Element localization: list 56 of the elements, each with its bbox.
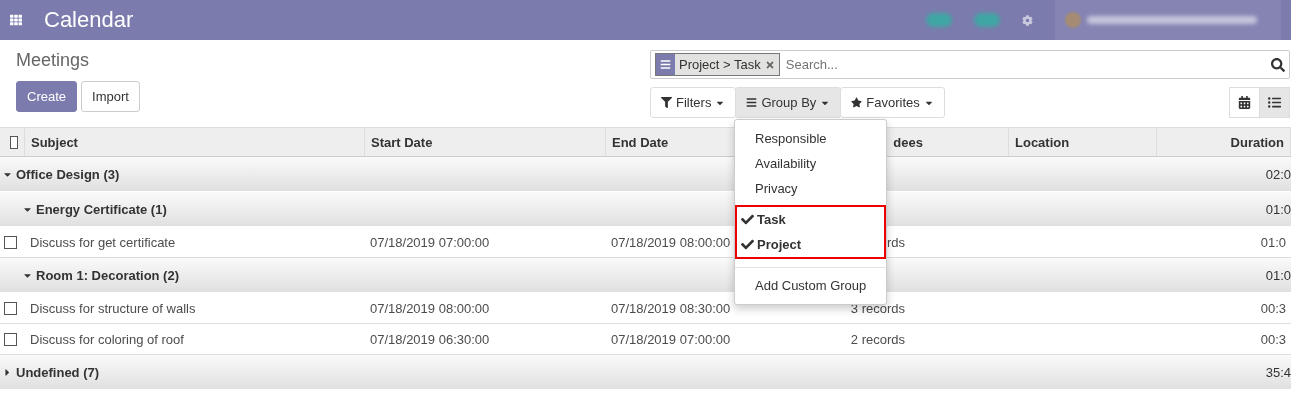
apps-menu-icon[interactable] bbox=[10, 14, 22, 26]
table-cell: 07/18/2019 07:00:00 bbox=[370, 234, 490, 250]
table-cell: Discuss for get certificate bbox=[30, 234, 176, 250]
column-header[interactable]: Location bbox=[1015, 134, 1070, 150]
column-header[interactable]: Start Date bbox=[371, 134, 433, 150]
menu-item[interactable]: Responsible bbox=[735, 126, 886, 151]
table-cell: 07/18/2019 06:30:00 bbox=[370, 331, 490, 347]
table-cell: 00:3 bbox=[1260, 300, 1286, 316]
list-icon bbox=[1268, 96, 1281, 109]
table-cell: 07/18/2019 08:30:00 bbox=[611, 300, 731, 316]
table-cell-text: rds bbox=[885, 234, 905, 250]
check-icon bbox=[741, 238, 754, 251]
menu-icon bbox=[746, 97, 758, 108]
create-button[interactable]: Create bbox=[16, 81, 78, 112]
table-cell-text: 2 records bbox=[849, 331, 905, 347]
column-header[interactable]: End Date bbox=[612, 134, 669, 150]
column-header[interactable]: Duration bbox=[1230, 134, 1284, 150]
calendar-view-button[interactable] bbox=[1229, 87, 1260, 118]
row-checkbox[interactable] bbox=[4, 301, 17, 315]
search-facet[interactable]: Project > Task bbox=[655, 53, 780, 76]
filter-dropdown[interactable]: Favorites bbox=[840, 87, 945, 118]
group-duration: 01:0 bbox=[1265, 201, 1291, 217]
group-label: Energy Certificate (1) bbox=[36, 201, 167, 217]
star-icon bbox=[851, 97, 863, 108]
column-header[interactable]: Subject bbox=[31, 134, 78, 150]
search-icon[interactable] bbox=[1271, 57, 1285, 72]
group-label: Room 1: Decoration (2) bbox=[36, 267, 179, 283]
select-all-checkbox[interactable] bbox=[10, 135, 18, 149]
import-button[interactable]: Import bbox=[81, 81, 140, 112]
menu-item[interactable]: Project bbox=[737, 232, 884, 257]
search-field[interactable]: Project > Task Search... bbox=[650, 50, 1290, 79]
group-label: Undefined (7) bbox=[16, 364, 100, 380]
filter-dropdown[interactable]: Group By bbox=[735, 87, 842, 118]
group-duration: 35:4 bbox=[1265, 364, 1291, 380]
filter-dropdown[interactable]: Filters bbox=[650, 87, 737, 118]
filter-icon bbox=[661, 97, 672, 108]
table-cell: 07/18/2019 08:00:00 bbox=[611, 234, 731, 250]
app-title: Calendar bbox=[44, 7, 134, 33]
table-cell: Discuss for coloring of roof bbox=[30, 331, 184, 347]
group-label: Office Design (3) bbox=[16, 166, 120, 182]
list-view-button[interactable] bbox=[1259, 87, 1290, 118]
close-icon[interactable] bbox=[764, 59, 775, 70]
table-cell: 07/18/2019 08:00:00 bbox=[370, 300, 490, 316]
group-row[interactable]: Undefined (7) 35:4 bbox=[0, 355, 1291, 390]
check-icon bbox=[741, 213, 754, 226]
group-duration: 01:0 bbox=[1265, 267, 1291, 283]
row-checkbox[interactable] bbox=[4, 235, 17, 249]
breadcrumb: Meetings bbox=[16, 50, 91, 71]
table-cell: 01:0 bbox=[1260, 234, 1286, 250]
menu-icon bbox=[656, 54, 675, 75]
calendar-icon bbox=[1238, 96, 1251, 109]
table-cell: Discuss for structure of walls bbox=[30, 300, 196, 316]
table-cell: 07/18/2019 07:00:00 bbox=[611, 331, 731, 347]
group-duration: 02:0 bbox=[1265, 166, 1291, 182]
table-cell: 00:3 bbox=[1260, 331, 1286, 347]
row-checkbox[interactable] bbox=[4, 332, 17, 346]
